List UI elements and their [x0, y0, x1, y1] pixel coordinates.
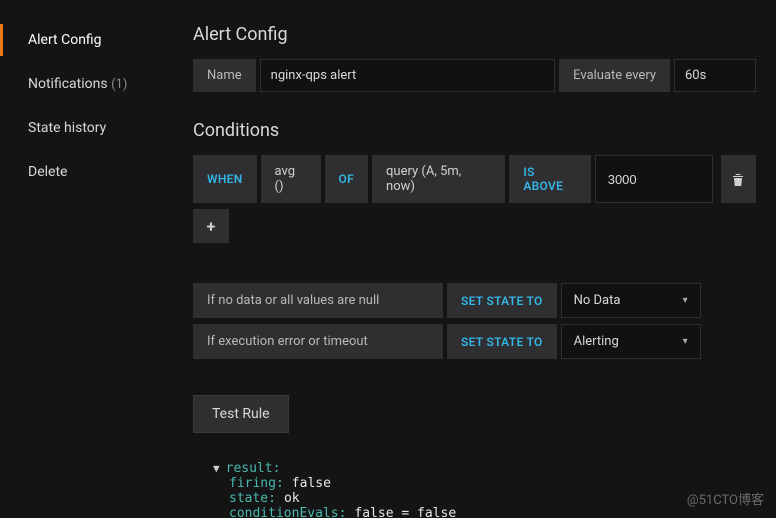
sidebar-item-notifications[interactable]: Notifications (1) [0, 68, 175, 100]
caret-down-icon: ▾ [683, 295, 688, 306]
sidebar-item-alert-config[interactable]: Alert Config [0, 24, 175, 56]
nodata-set-state-keyword: SET STATE TO [447, 283, 557, 318]
test-result-output: ▼ result: firing: false state: ok condit… [193, 461, 756, 518]
plus-icon: + [207, 217, 216, 236]
error-state-select[interactable]: Alerting ▾ [561, 324, 701, 359]
collapse-triangle-icon[interactable]: ▼ [213, 462, 220, 475]
result-conditionevals-key: conditionEvals: [229, 506, 346, 518]
condition-operator[interactable]: IS ABOVE [509, 155, 590, 203]
main-panel: Alert Config Name Evaluate every Conditi… [175, 0, 776, 518]
nodata-state-select[interactable]: No Data ▾ [561, 283, 701, 318]
sidebar-item-label: Notifications [28, 76, 108, 92]
result-state-key: state: [229, 491, 276, 506]
caret-down-icon: ▾ [683, 336, 688, 347]
nodata-state-value: No Data [574, 293, 621, 308]
sidebar-item-state-history[interactable]: State history [0, 112, 175, 144]
notifications-count: (1) [111, 77, 127, 92]
section-title-conditions: Conditions [193, 120, 756, 141]
condition-query[interactable]: query (A, 5m, now) [372, 155, 505, 203]
sidebar: Alert Config Notifications (1) State his… [0, 0, 175, 518]
test-rule-button[interactable]: Test Rule [193, 395, 289, 433]
trash-icon [732, 173, 744, 186]
condition-when-keyword[interactable]: WHEN [193, 155, 257, 203]
name-label: Name [193, 59, 256, 92]
result-conditionevals-value: false = false [354, 506, 456, 518]
condition-aggregation[interactable]: avg () [261, 155, 321, 203]
watermark: @51CTO博客 [687, 489, 764, 508]
result-firing-value: false [292, 476, 331, 491]
add-condition-button[interactable]: + [193, 209, 229, 243]
result-root-key: result: [226, 461, 281, 476]
condition-of-keyword[interactable]: OF [325, 155, 368, 203]
sidebar-item-delete[interactable]: Delete [0, 156, 175, 188]
alert-name-input[interactable] [260, 59, 556, 92]
result-state-value: ok [284, 491, 300, 506]
section-title-alert-config: Alert Config [193, 24, 756, 45]
condition-threshold-input[interactable] [595, 155, 713, 203]
result-firing-key: firing: [229, 476, 284, 491]
evaluate-every-label: Evaluate every [559, 59, 670, 92]
nodata-state-label: If no data or all values are null [193, 283, 443, 318]
error-set-state-keyword: SET STATE TO [447, 324, 557, 359]
error-state-label: If execution error or timeout [193, 324, 443, 359]
delete-condition-button[interactable] [721, 155, 756, 203]
evaluate-every-input[interactable] [674, 59, 756, 92]
error-state-value: Alerting [574, 334, 619, 349]
